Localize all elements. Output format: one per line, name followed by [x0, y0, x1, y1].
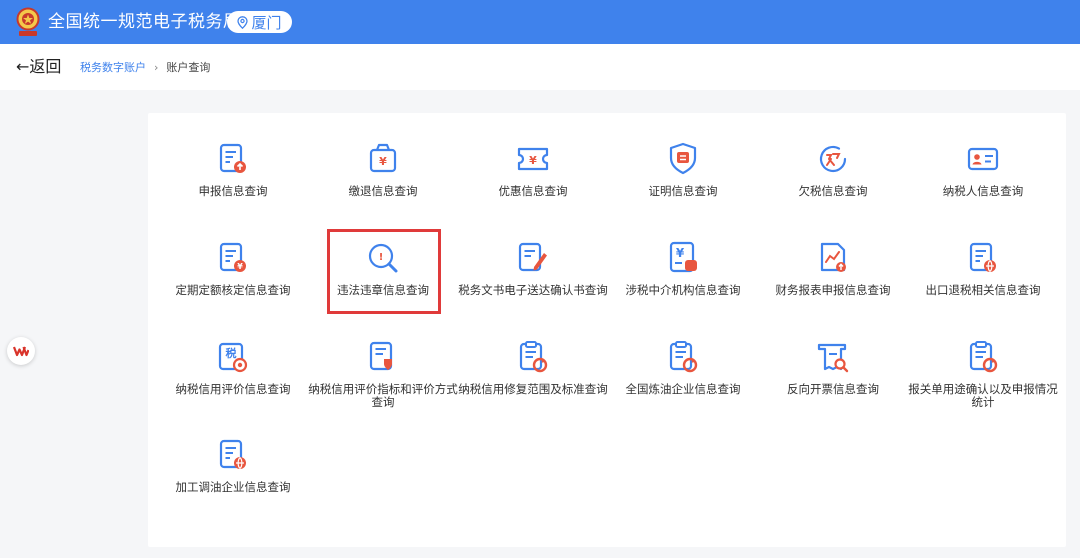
query-tile[interactable]: 报关单用途确认以及申报情况统计 — [908, 339, 1058, 429]
yuan-bag-icon: ¥ — [365, 141, 401, 177]
query-tile-label: 优惠信息查询 — [498, 184, 568, 198]
query-tile-label: 税务文书电子送达确认书查询 — [458, 283, 608, 297]
invoice-search-icon — [815, 339, 851, 375]
document-yuan-icon: ¥ — [215, 240, 251, 276]
breadcrumb-current: 账户查询 — [166, 61, 211, 74]
query-tile[interactable]: 加工调油企业信息查询 — [158, 437, 308, 527]
query-tile[interactable]: 税 纳税信用评价信息查询 — [158, 339, 308, 429]
query-tile[interactable]: 纳税信用修复范围及标准查询 — [458, 339, 608, 429]
query-tile[interactable]: ¥ 缴退信息查询 — [308, 141, 458, 231]
svg-text:税: 税 — [226, 346, 237, 360]
query-tile[interactable]: ¥ 定期定额核定信息查询 — [158, 240, 308, 330]
query-tile[interactable]: 纳税人信息查询 — [908, 141, 1058, 231]
query-tile-label: 涉税中介机构信息查询 — [625, 283, 741, 297]
query-tile[interactable]: 证明信息查询 — [608, 141, 758, 231]
app-title: 全国统一规范电子税务局 — [48, 12, 241, 32]
svg-text:¥: ¥ — [676, 246, 685, 260]
query-tile[interactable]: 纳税信用评价指标和评价方式查询 — [308, 339, 458, 429]
query-tile-label: 全国炼油企业信息查询 — [625, 382, 741, 396]
query-tile-label: 欠税信息查询 — [798, 184, 868, 198]
owed-tax-icon — [815, 141, 851, 177]
query-tile[interactable]: 财务报表申报信息查询 — [758, 240, 908, 330]
query-tile-label: 缴退信息查询 — [348, 184, 418, 198]
clipboard-refresh-icon — [665, 339, 701, 375]
certificate-shield-icon — [665, 141, 701, 177]
top-bar: 全国统一规范电子税务局 厦门 — [0, 0, 1080, 44]
query-tile[interactable]: 申报信息查询 — [158, 141, 308, 231]
query-tile[interactable]: ¥ 优惠信息查询 — [458, 141, 608, 231]
query-tile[interactable]: 欠税信息查询 — [758, 141, 908, 231]
svg-text:¥: ¥ — [237, 262, 243, 271]
query-tile[interactable]: ¥ 涉税中介机构信息查询 — [608, 240, 758, 330]
query-tile-label: 纳税信用修复范围及标准查询 — [458, 382, 608, 396]
document-upload-icon — [215, 141, 251, 177]
region-label: 厦门 — [251, 13, 282, 32]
query-tile[interactable]: 全国炼油企业信息查询 — [608, 339, 758, 429]
svg-text:¥: ¥ — [379, 155, 387, 168]
id-card-icon — [965, 141, 1001, 177]
breadcrumb-separator: › — [154, 61, 159, 74]
financial-report-icon — [815, 240, 851, 276]
document-pen-icon — [515, 240, 551, 276]
clipboard-refresh-icon — [515, 339, 551, 375]
tax-emblem-icon — [16, 7, 40, 36]
agency-document-icon: ¥ — [665, 240, 701, 276]
query-tile-label: 定期定额核定信息查询 — [175, 283, 291, 297]
query-tile-label: 出口退税相关信息查询 — [925, 283, 1041, 297]
region-selector[interactable]: 厦门 — [227, 11, 292, 33]
document-globe-icon — [965, 240, 1001, 276]
svg-text:!: ! — [379, 252, 384, 263]
breadcrumb-parent[interactable]: 税务数字账户 — [80, 61, 146, 75]
query-tile-label: 纳税信用评价指标和评价方式查询 — [308, 382, 458, 409]
wps-widget-button[interactable] — [7, 337, 35, 365]
query-tile[interactable]: 反向开票信息查询 — [758, 339, 908, 429]
nav-bar: ←返回 税务数字账户 › 账户查询 — [0, 44, 1080, 90]
query-tile-label: 证明信息查询 — [648, 184, 718, 198]
query-tile-label: 财务报表申报信息查询 — [775, 283, 891, 297]
query-tile[interactable]: 税务文书电子送达确认书查询 — [458, 240, 608, 330]
credit-index-icon — [365, 339, 401, 375]
yuan-ticket-icon: ¥ — [515, 141, 551, 177]
clipboard-refresh-icon — [965, 339, 1001, 375]
back-button[interactable]: ←返回 — [16, 56, 61, 78]
query-tile-label: 反向开票信息查询 — [787, 382, 879, 396]
tax-credit-icon: 税 — [215, 339, 251, 375]
query-tile-label: 违法违章信息查询 — [337, 283, 429, 297]
query-tile-label: 加工调油企业信息查询 — [175, 480, 291, 494]
query-tile[interactable]: ! 违法违章信息查询 — [308, 240, 458, 330]
violation-search-icon: ! — [365, 240, 401, 276]
wps-logo-icon — [13, 346, 29, 357]
query-tile-label: 纳税人信息查询 — [942, 184, 1024, 198]
breadcrumb: 税务数字账户 › 账户查询 — [80, 61, 210, 75]
svg-text:¥: ¥ — [529, 154, 537, 167]
location-pin-icon — [237, 15, 249, 29]
document-globe-icon — [215, 437, 251, 473]
query-tile-label: 纳税信用评价信息查询 — [175, 382, 291, 396]
query-tile[interactable]: 出口退税相关信息查询 — [908, 240, 1058, 330]
query-tile-label: 申报信息查询 — [198, 184, 268, 198]
query-tile-label: 报关单用途确认以及申报情况统计 — [908, 382, 1058, 409]
